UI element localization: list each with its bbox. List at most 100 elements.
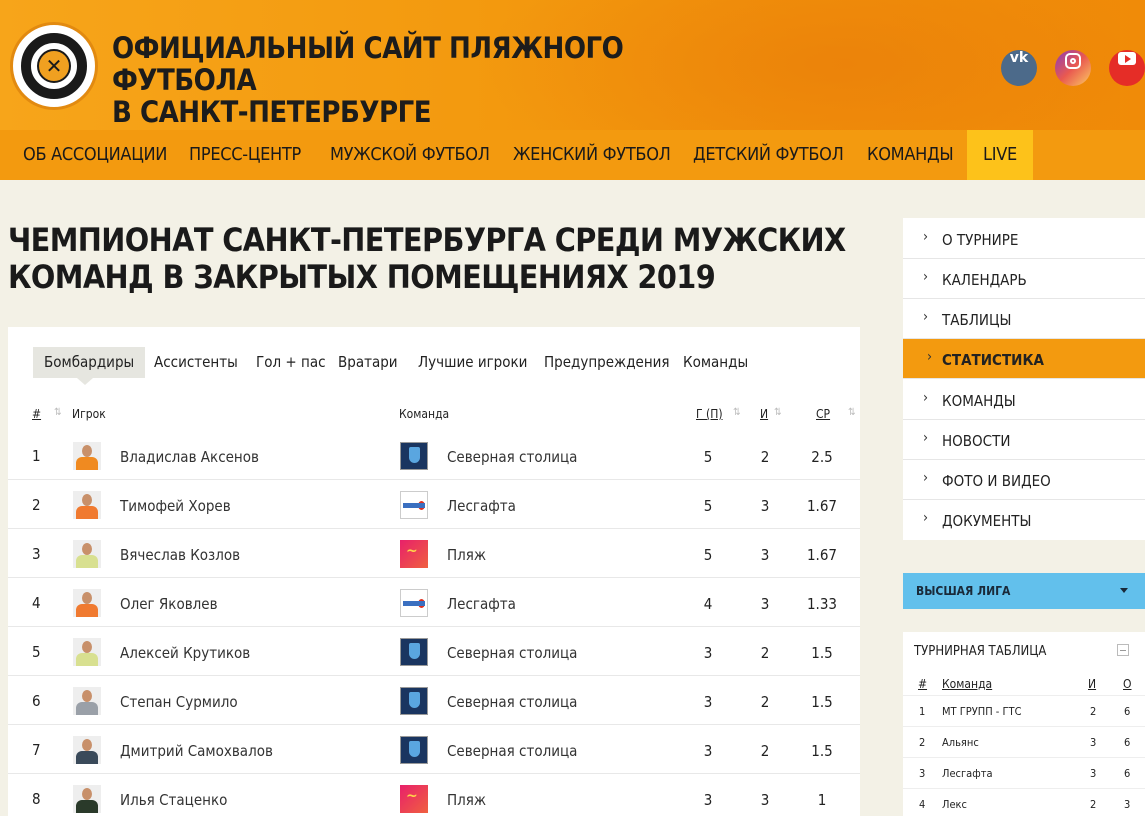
sidebar-item-documents[interactable]: › ДОКУМЕНТЫ <box>903 500 1145 540</box>
table-row[interactable]: 3 Вячеслав Козлов Пляж 5 3 1.67 <box>8 529 860 578</box>
nav-item-press[interactable]: ПРЕСС-ЦЕНТР <box>189 130 301 180</box>
chevron-right-icon: › <box>927 349 933 365</box>
sidebar-item-news[interactable]: › НОВОСТИ <box>903 420 1145 460</box>
player-photo[interactable] <box>73 540 101 568</box>
standings-points: 3 <box>1124 798 1131 811</box>
vk-icon[interactable]: vk <box>1001 50 1037 86</box>
games-value: 2 <box>760 448 770 466</box>
table-row[interactable]: 6 Степан Сурмило Северная столица 3 2 1.5 <box>8 676 860 725</box>
team-logo[interactable] <box>400 687 428 715</box>
player-name[interactable]: Олег Яковлев <box>120 595 218 613</box>
team-name[interactable]: Северная столица <box>447 742 577 760</box>
player-photo[interactable] <box>73 785 101 813</box>
player-name[interactable]: Владислав Аксенов <box>120 448 259 466</box>
table-row[interactable]: 8 Илья Стаценко Пляж 3 3 1 <box>8 774 860 816</box>
tab-goalkeepers[interactable]: Вратари <box>338 347 398 378</box>
table-row[interactable]: 4 Олег Яковлев Лесгафта 4 3 1.33 <box>8 578 860 627</box>
sort-icon[interactable]: ⇅ <box>54 407 61 418</box>
team-logo[interactable] <box>400 589 428 617</box>
standings-rank: 2 <box>919 736 926 749</box>
team-logo[interactable] <box>400 638 428 666</box>
tab-goal-pass[interactable]: Гол + пас <box>256 347 326 378</box>
player-name[interactable]: Вячеслав Козлов <box>120 546 240 564</box>
player-name[interactable]: Дмитрий Самохвалов <box>120 742 273 760</box>
tab-teams[interactable]: Команды <box>683 347 748 378</box>
player-photo[interactable] <box>73 687 101 715</box>
association-logo[interactable]: ✕ <box>10 22 98 110</box>
col-header-num[interactable]: # <box>32 407 41 421</box>
standings-row[interactable]: 4 Лекс 2 3 <box>903 788 1145 816</box>
standings-team[interactable]: Лекс <box>942 798 967 811</box>
sidebar-item-about[interactable]: › О ТУРНИРЕ <box>903 219 1145 259</box>
sort-icon[interactable]: ⇅ <box>733 407 740 418</box>
player-photo[interactable] <box>73 638 101 666</box>
team-name[interactable]: Пляж <box>447 791 486 809</box>
main-nav: ОБ АССОЦИАЦИИ ПРЕСС-ЦЕНТР МУЖСКОЙ ФУТБОЛ… <box>0 130 1145 180</box>
team-logo[interactable] <box>400 736 428 764</box>
sort-icon[interactable]: ⇅ <box>774 407 781 418</box>
sidebar-item-teams[interactable]: › КОМАНДЫ <box>903 380 1145 420</box>
tab-best-players[interactable]: Лучшие игроки <box>418 347 527 378</box>
player-name[interactable]: Илья Стаценко <box>120 791 227 809</box>
tab-warnings[interactable]: Предупреждения <box>544 347 670 378</box>
player-photo[interactable] <box>73 442 101 470</box>
active-tab-indicator <box>77 378 93 385</box>
team-name[interactable]: Северная столица <box>447 693 577 711</box>
standings-header-team[interactable]: Команда <box>942 677 992 691</box>
site-title[interactable]: ОФИЦИАЛЬНЫЙ САЙТ ПЛЯЖНОГО ФУТБОЛА В САНК… <box>112 32 752 128</box>
player-name[interactable]: Тимофей Хорев <box>120 497 231 515</box>
sidebar-item-tables[interactable]: › ТАБЛИЦЫ <box>903 299 1145 339</box>
youtube-icon[interactable] <box>1109 50 1145 86</box>
team-logo[interactable] <box>400 442 428 470</box>
average-value: 1.5 <box>811 693 833 711</box>
row-rank: 2 <box>32 496 41 514</box>
col-header-goals[interactable]: Г (П) <box>696 407 723 421</box>
nav-item-live[interactable]: LIVE <box>967 130 1033 180</box>
team-name[interactable]: Пляж <box>447 546 486 564</box>
standings-row[interactable]: 1 МТ ГРУПП - ГТС 2 6 <box>903 695 1145 726</box>
tab-scorers[interactable]: Бомбардиры <box>33 347 146 378</box>
standings-team[interactable]: Альянс <box>942 736 979 749</box>
sort-icon[interactable]: ⇅ <box>848 407 855 418</box>
standings-header-games[interactable]: И <box>1088 677 1096 691</box>
nav-item-womens[interactable]: ЖЕНСКИЙ ФУТБОЛ <box>513 130 671 180</box>
player-name[interactable]: Степан Сурмило <box>120 693 238 711</box>
sidebar-item-photo-video[interactable]: › ФОТО И ВИДЕО <box>903 460 1145 500</box>
nav-item-mens[interactable]: МУЖСКОЙ ФУТБОЛ <box>330 130 490 180</box>
standings-team[interactable]: МТ ГРУПП - ГТС <box>942 705 1022 718</box>
team-logo[interactable] <box>400 491 428 519</box>
sidebar-item-statistics[interactable]: › СТАТИСТИКА <box>903 339 1145 379</box>
col-header-games[interactable]: И <box>760 407 768 421</box>
col-header-avg[interactable]: СР <box>816 407 830 421</box>
tab-assistants[interactable]: Ассистенты <box>154 347 238 378</box>
standings-row[interactable]: 2 Альянс 3 6 <box>903 726 1145 757</box>
team-name[interactable]: Лесгафта <box>447 497 516 515</box>
player-name[interactable]: Алексей Крутиков <box>120 644 250 662</box>
page-title: ЧЕМПИОНАТ САНКТ-ПЕТЕРБУРГА СРЕДИ МУЖСКИХ… <box>8 222 858 296</box>
instagram-icon[interactable] <box>1055 50 1091 86</box>
table-row[interactable]: 5 Алексей Крутиков Северная столица 3 2 1.5 <box>8 627 860 676</box>
standings-row[interactable]: 3 Лесгафта 3 6 <box>903 757 1145 788</box>
table-row[interactable]: 2 Тимофей Хорев Лесгафта 5 3 1.67 <box>8 480 860 529</box>
team-name[interactable]: Лесгафта <box>447 595 516 613</box>
standings-team[interactable]: Лесгафта <box>942 767 993 780</box>
league-dropdown[interactable]: ВЫСШАЯ ЛИГА <box>903 573 1145 609</box>
nav-item-about[interactable]: ОБ АССОЦИАЦИИ <box>23 130 167 180</box>
standings-header-num[interactable]: # <box>918 677 927 691</box>
col-header-player[interactable]: Игрок <box>72 407 106 421</box>
col-header-team[interactable]: Команда <box>399 407 449 421</box>
team-name[interactable]: Северная столица <box>447 448 577 466</box>
team-name[interactable]: Северная столица <box>447 644 577 662</box>
player-photo[interactable] <box>73 491 101 519</box>
collapse-icon[interactable] <box>1117 644 1129 656</box>
standings-header-points[interactable]: О <box>1123 677 1132 691</box>
nav-item-kids[interactable]: ДЕТСКИЙ ФУТБОЛ <box>693 130 844 180</box>
table-row[interactable]: 1 Владислав Аксенов Северная столица 5 2 2.5 <box>8 431 860 480</box>
team-logo[interactable] <box>400 540 428 568</box>
sidebar-item-calendar[interactable]: › КАЛЕНДАРЬ <box>903 259 1145 299</box>
player-photo[interactable] <box>73 589 101 617</box>
table-row[interactable]: 7 Дмитрий Самохвалов Северная столица 3 2 1.5 <box>8 725 860 774</box>
nav-item-teams[interactable]: КОМАНДЫ <box>867 130 954 180</box>
team-logo[interactable] <box>400 785 428 813</box>
player-photo[interactable] <box>73 736 101 764</box>
